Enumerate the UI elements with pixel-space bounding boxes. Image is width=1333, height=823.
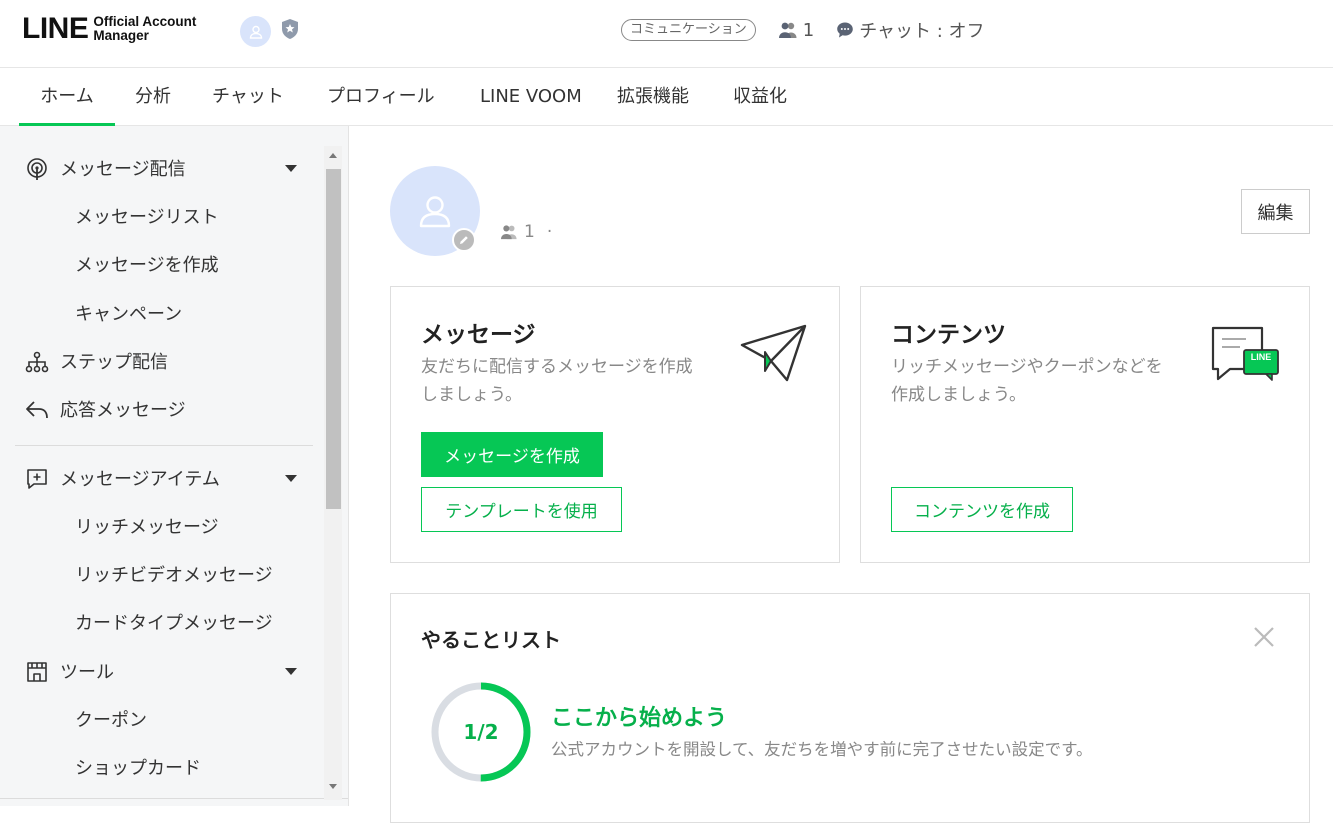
content-card-desc-line2: 作成しましょう。 — [891, 385, 1026, 405]
sidebar-item-campaign[interactable]: キャンペーン — [0, 293, 320, 333]
tab-line-voom[interactable]: LINE VOOM — [480, 68, 582, 126]
add-message-icon — [27, 469, 47, 489]
sidebar-item-rich-message[interactable]: リッチメッセージ — [0, 506, 320, 546]
content-card-description: リッチメッセージやクーポンなどを 作成しましょう。 — [891, 353, 1163, 409]
app-header: LINE Official Account Manager コミュニケーション … — [0, 0, 1333, 68]
friends-count: 1 — [802, 19, 815, 41]
person-icon — [249, 25, 262, 39]
chevron-down-icon[interactable] — [285, 668, 297, 675]
logo-subtitle: Official Account Manager — [93, 15, 196, 43]
paper-plane-icon — [740, 324, 807, 382]
edit-profile-button[interactable]: 編集 — [1241, 189, 1310, 234]
verified-shield-icon[interactable] — [280, 18, 300, 40]
sidebar-divider — [15, 445, 313, 446]
sidebar-item-label: ステップ配信 — [60, 352, 168, 373]
profile-friends-count: 1 — [524, 222, 535, 242]
message-card-desc-line2: しましょう。 — [421, 385, 522, 405]
edit-avatar-pencil-icon[interactable] — [452, 228, 476, 252]
content-card-title: コンテンツ — [891, 322, 1006, 348]
profile-friends-stat: 1 · — [500, 222, 552, 242]
tab-profile[interactable]: プロフィール — [327, 68, 435, 126]
sidebar-item-label: メッセージアイテム — [60, 469, 220, 490]
sidebar-item-label: ツール — [60, 662, 114, 683]
friends-stat: 1 — [778, 20, 814, 41]
sidebar-item-label: メッセージリスト — [75, 207, 219, 228]
sidebar-item-tools[interactable]: ツール — [0, 651, 320, 691]
sidebar-item-rich-video-message[interactable]: リッチビデオメッセージ — [0, 554, 320, 594]
profile-separator: · — [546, 222, 553, 242]
tab-analytics[interactable]: 分析 — [135, 68, 171, 126]
message-card-desc-line1: 友だちに配信するメッセージを作成 — [421, 357, 693, 377]
header-status: コミュニケーション 1 チャット : オフ — [621, 17, 985, 43]
sidebar-item-message-broadcast[interactable]: メッセージ配信 — [0, 148, 320, 188]
sidebar-item-create-message[interactable]: メッセージを作成 — [0, 244, 320, 284]
sidebar-divider — [0, 798, 348, 799]
shop-icon — [27, 662, 47, 682]
message-card-title: メッセージ — [421, 322, 536, 348]
sidebar-item-label: メッセージ配信 — [60, 159, 186, 180]
scroll-up-arrow-icon[interactable] — [329, 153, 337, 158]
sidebar-item-message-items[interactable]: メッセージアイテム — [0, 458, 320, 498]
scroll-down-arrow-icon[interactable] — [329, 784, 337, 789]
sidebar-item-label: ショップカード — [75, 758, 201, 779]
create-content-button[interactable]: コンテンツを作成 — [891, 487, 1073, 532]
sidebar-item-step-delivery[interactable]: ステップ配信 — [0, 341, 320, 381]
tab-monetization[interactable]: 収益化 — [733, 68, 787, 126]
todo-subtext: 公式アカウントを開設して、友だちを増やす前に完了させたい設定です。 — [551, 740, 1093, 759]
tab-chat[interactable]: チャット — [212, 68, 284, 126]
line-badge-label: LINE — [1250, 352, 1272, 362]
sidebar-item-coupon[interactable]: クーポン — [0, 699, 320, 739]
sidebar-item-message-list[interactable]: メッセージリスト — [0, 196, 320, 236]
account-avatar[interactable] — [240, 16, 271, 47]
chevron-down-icon[interactable] — [285, 475, 297, 482]
use-template-button[interactable]: テンプレートを使用 — [421, 487, 622, 532]
logo-subtitle-line2: Manager — [93, 28, 149, 43]
sidebar-item-auto-reply[interactable]: 応答メッセージ — [0, 389, 320, 429]
sidebar-item-label: メッセージを作成 — [75, 255, 219, 276]
person-icon — [419, 196, 451, 228]
chat-status-label: チャット : オフ — [859, 21, 985, 42]
todo-title: やることリスト — [421, 628, 561, 652]
chat-bubble-icon — [837, 22, 854, 38]
sidebar-item-label: クーポン — [75, 710, 147, 731]
chat-status[interactable]: チャット : オフ — [836, 17, 985, 43]
sidebar-scrollbar-thumb[interactable] — [326, 169, 341, 509]
line-oa-manager-logo[interactable]: LINE Official Account Manager — [22, 14, 196, 44]
close-icon[interactable] — [1252, 625, 1276, 649]
main-tabs: ホーム 分析 チャット プロフィール LINE VOOM 拡張機能 収益化 — [0, 68, 1333, 126]
sidebar-item-label: カードタイプメッセージ — [75, 613, 273, 634]
plan-pill[interactable]: コミュニケーション — [621, 19, 756, 41]
todo-heading[interactable]: ここから始めよう — [551, 700, 727, 732]
create-message-button[interactable]: メッセージを作成 — [421, 432, 603, 477]
sidebar-item-card-type-message[interactable]: カードタイプメッセージ — [0, 602, 320, 642]
tab-home[interactable]: ホーム — [19, 68, 115, 126]
message-card-description: 友だちに配信するメッセージを作成 しましょう。 — [421, 353, 693, 409]
reply-arrow-icon — [26, 401, 48, 419]
broadcast-icon — [27, 158, 47, 180]
pencil-icon — [460, 236, 468, 244]
logo-wordmark: LINE — [22, 12, 89, 45]
content-card-desc-line1: リッチメッセージやクーポンなどを — [891, 357, 1163, 377]
sidebar-item-label: リッチメッセージ — [75, 517, 219, 538]
sidebar-item-shop-card[interactable]: ショップカード — [0, 747, 320, 787]
chevron-down-icon[interactable] — [285, 165, 297, 172]
friends-icon — [778, 22, 797, 38]
sidebar-item-label: 応答メッセージ — [60, 400, 186, 421]
sidebar: メッセージ配信 メッセージリスト メッセージを作成 キャンペーン ステップ配信 … — [0, 126, 349, 806]
tab-extensions[interactable]: 拡張機能 — [617, 68, 689, 126]
step-tree-icon — [25, 351, 49, 373]
friends-icon — [501, 225, 517, 240]
progress-label: 1/2 — [463, 720, 499, 744]
sidebar-item-label: キャンペーン — [75, 304, 183, 325]
logo-subtitle-line1: Official Account — [93, 14, 197, 29]
sidebar-item-label: リッチビデオメッセージ — [75, 565, 273, 586]
